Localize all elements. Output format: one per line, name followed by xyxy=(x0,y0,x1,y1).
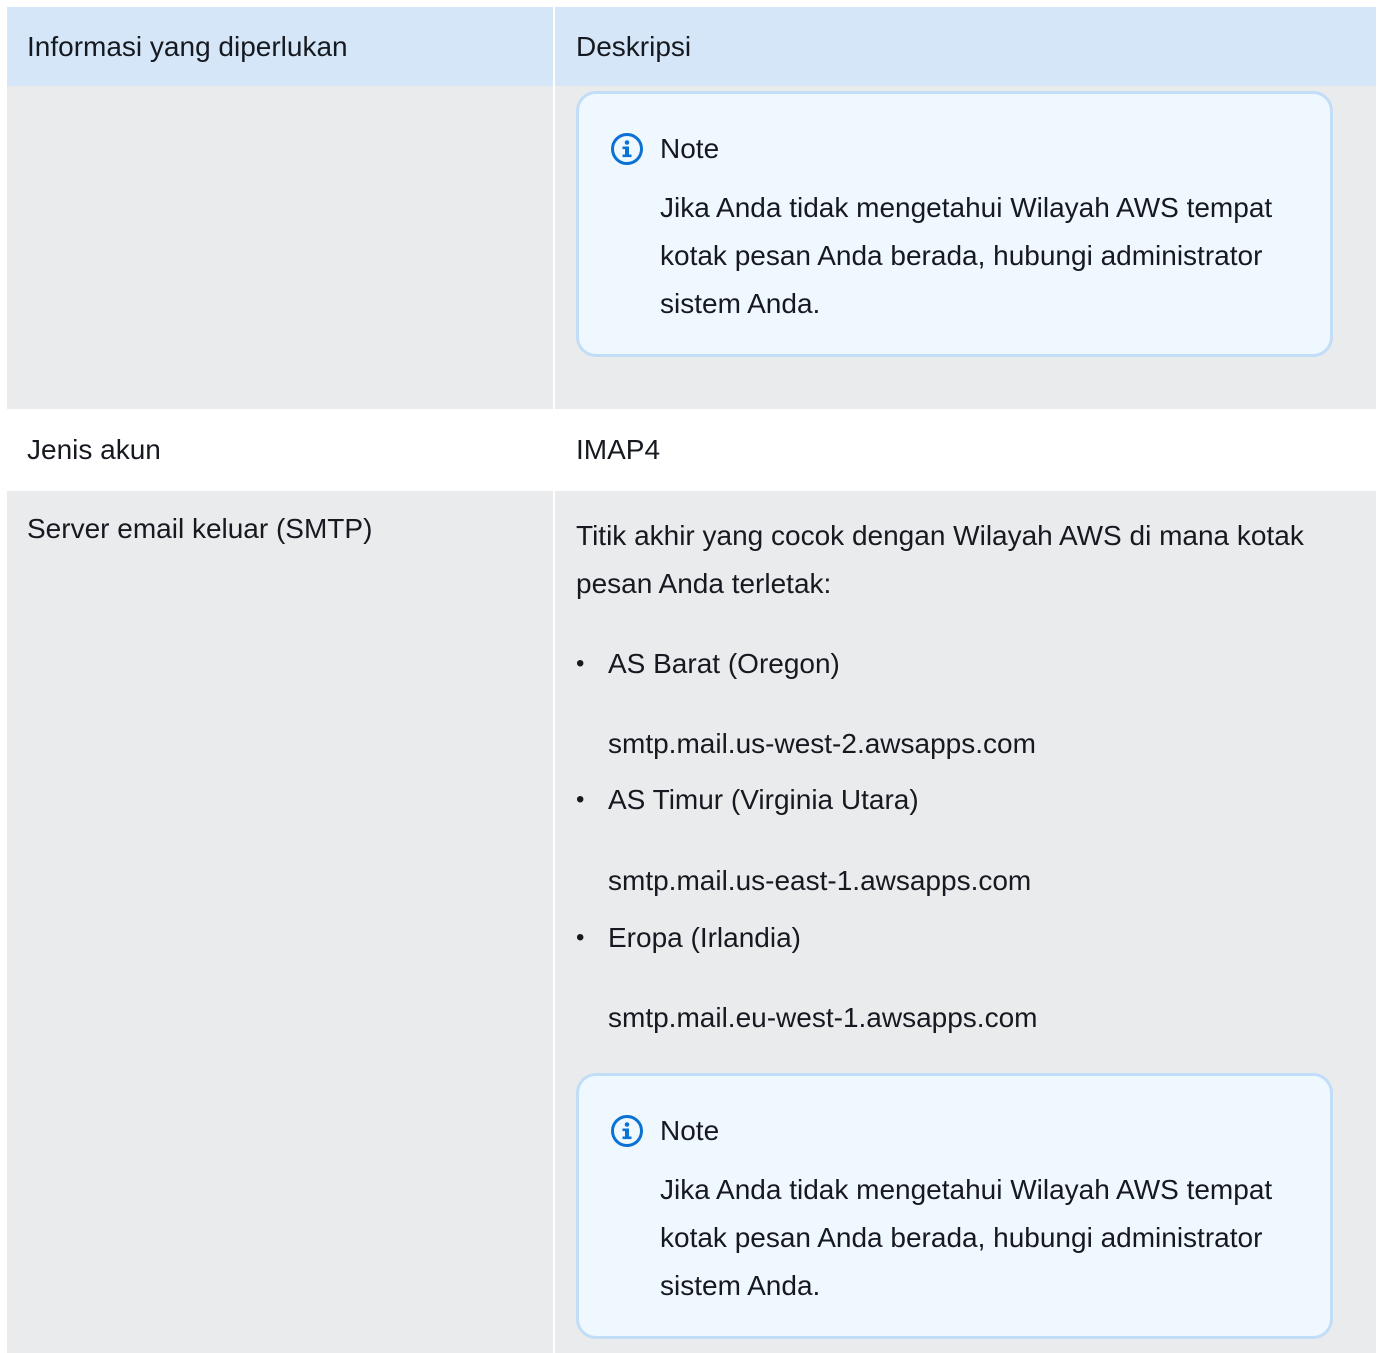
row-description: Note Jika Anda tidak mengetahui Wilayah … xyxy=(555,86,1376,409)
bullet: • xyxy=(576,924,585,951)
region-endpoint: smtp.mail.us-east-1.awsapps.com xyxy=(608,865,1032,896)
table-row-region-note: Note Jika Anda tidak mengetahui Wilayah … xyxy=(7,86,1376,409)
region-endpoint: smtp.mail.eu-west-1.awsapps.com xyxy=(608,1002,1038,1033)
table-row-account-type: Jenis akun IMAP4 xyxy=(7,409,1376,491)
region-endpoint: smtp.mail.us-west-2.awsapps.com xyxy=(608,728,1036,759)
table-row-smtp: Server email keluar (SMTP) Titik akhir y… xyxy=(7,491,1376,1353)
info-circle-icon xyxy=(611,1115,643,1147)
smtp-label: Server email keluar (SMTP) xyxy=(7,491,555,1353)
note-title: Note xyxy=(660,1115,720,1146)
region-list: • AS Barat (Oregon) smtp.mail.us-west-2.… xyxy=(576,640,1363,1042)
note-text: Jika Anda tidak mengetahui Wilayah AWS t… xyxy=(660,192,1273,319)
bullet: • xyxy=(576,650,585,677)
region-label: Eropa (Irlandia) xyxy=(608,922,801,953)
region-label: AS Barat (Oregon) xyxy=(608,648,840,679)
region-label: AS Timur (Virginia Utara) xyxy=(608,784,919,815)
list-item: • AS Barat (Oregon) smtp.mail.us-west-2.… xyxy=(576,640,1363,768)
config-table: Informasi yang diperlukan Deskripsi Note… xyxy=(7,7,1376,1353)
region-name: • AS Barat (Oregon) xyxy=(576,640,1363,688)
note-header: Note xyxy=(610,1112,1300,1150)
bullet: • xyxy=(576,786,585,813)
note-callout: Note Jika Anda tidak mengetahui Wilayah … xyxy=(576,91,1333,357)
account-type-value: IMAP4 xyxy=(576,434,661,465)
list-item: • Eropa (Irlandia) smtp.mail.eu-west-1.a… xyxy=(576,914,1363,1042)
region-name: • AS Timur (Virginia Utara) xyxy=(576,776,1363,824)
smtp-intro: Titik akhir yang cocok dengan Wilayah AW… xyxy=(576,520,1304,599)
note-callout: Note Jika Anda tidak mengetahui Wilayah … xyxy=(576,1073,1333,1339)
note-text: Jika Anda tidak mengetahui Wilayah AWS t… xyxy=(660,1174,1273,1301)
list-item: • AS Timur (Virginia Utara) smtp.mail.us… xyxy=(576,776,1363,905)
smtp-description: Titik akhir yang cocok dengan Wilayah AW… xyxy=(555,491,1376,1353)
note-title: Note xyxy=(660,133,720,164)
header-description: Deskripsi xyxy=(576,30,692,62)
region-name: • Eropa (Irlandia) xyxy=(576,914,1363,962)
account-type-label: Jenis akun xyxy=(7,409,555,491)
header-required-info: Informasi yang diperlukan xyxy=(7,7,555,86)
table-header: Informasi yang diperlukan Deskripsi xyxy=(7,7,1376,86)
info-circle-icon xyxy=(611,133,643,165)
note-header: Note xyxy=(610,130,1300,168)
row-label-empty xyxy=(7,86,555,409)
